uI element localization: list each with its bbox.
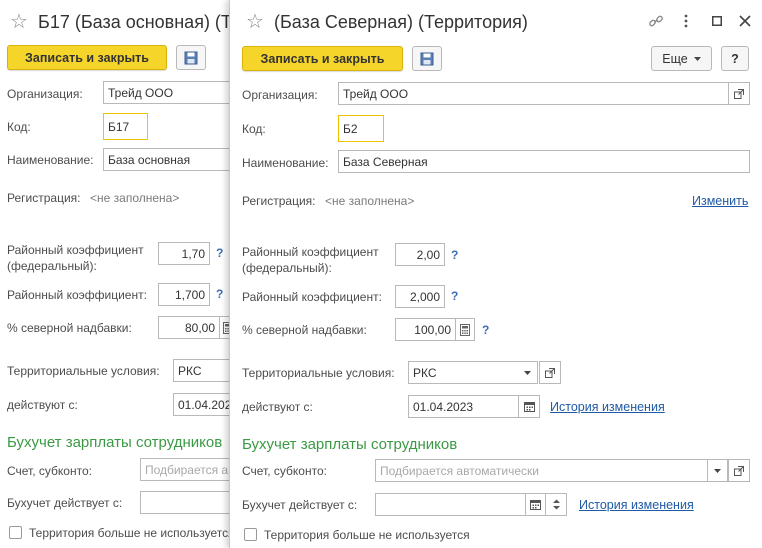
section-title: Бухучет зарплаты сотрудников xyxy=(242,436,458,453)
acc-valid-field[interactable] xyxy=(375,493,525,516)
coef-fed-field[interactable]: 2,00 xyxy=(395,243,445,266)
window-title: Б17 (База основная) (Те xyxy=(38,12,240,32)
coef-fed-label-line2: (федеральный): xyxy=(242,261,332,275)
acc-valid-label: Бухучет действует с: xyxy=(7,496,123,510)
account-label: Счет, субконто: xyxy=(7,464,92,478)
registration-value[interactable]: <не заполнена> xyxy=(325,194,414,208)
name-label: Наименование: xyxy=(242,156,329,170)
valid-from-label: действуют с: xyxy=(7,398,78,412)
north-bonus-field[interactable]: 100,00 xyxy=(395,318,456,341)
help-button[interactable]: ? xyxy=(721,46,749,71)
star-icon[interactable]: ☆ xyxy=(10,12,28,32)
save-and-close-button[interactable]: Записать и закрыть xyxy=(7,45,167,70)
dropdown-arrow-icon xyxy=(693,56,701,61)
save-and-close-button[interactable]: Записать и закрыть xyxy=(242,46,403,71)
help-icon[interactable]: ? xyxy=(216,246,223,260)
coef-label: Районный коэффициент: xyxy=(7,288,147,302)
org-field[interactable]: Трейд ООО xyxy=(338,82,729,105)
org-label: Организация: xyxy=(7,87,83,101)
account-label: Счет, субконто: xyxy=(242,464,327,478)
link-icon[interactable] xyxy=(648,13,664,29)
territory-unused-checkbox[interactable] xyxy=(9,526,22,539)
help-icon[interactable]: ? xyxy=(451,248,458,262)
section-title: Бухучет зарплаты сотрудников xyxy=(7,434,223,451)
territory-unused-label: Территория больше не используется xyxy=(264,528,470,542)
help-icon[interactable]: ? xyxy=(482,323,489,337)
account-field[interactable]: Подбирается автоматически xyxy=(140,458,240,481)
territorial-conditions-label: Территориальные условия: xyxy=(7,364,160,378)
close-icon[interactable] xyxy=(739,15,751,27)
territorial-conditions-label: Территориальные условия: xyxy=(242,366,395,380)
north-bonus-field[interactable]: 80,00 xyxy=(158,316,220,339)
coef-fed-label: Районный коэффициент xyxy=(7,243,144,257)
open-button[interactable] xyxy=(539,361,561,384)
more-vertical-icon[interactable] xyxy=(683,14,689,28)
help-icon[interactable]: ? xyxy=(451,289,458,303)
acc-valid-field[interactable] xyxy=(140,491,240,514)
calendar-icon[interactable] xyxy=(525,493,545,516)
registration-value[interactable]: <не заполнена> xyxy=(90,191,179,205)
save-button[interactable] xyxy=(412,46,442,71)
calculator-icon xyxy=(460,323,470,336)
code-label: Код: xyxy=(7,120,31,134)
org-field[interactable]: Трейд ООО xyxy=(103,81,240,104)
open-button[interactable] xyxy=(728,82,750,105)
maximize-icon[interactable] xyxy=(712,16,722,26)
back-window: ☆ Б17 (База основная) (Те Записать и зак… xyxy=(0,0,240,548)
name-field[interactable]: База основная xyxy=(103,148,240,171)
territory-unused-label: Территория больше не используется xyxy=(29,526,235,540)
coef-label: Районный коэффициент: xyxy=(242,290,382,304)
valid-from-field[interactable]: 01.04.2023 xyxy=(408,395,518,418)
coef-fed-label-line2: (федеральный): xyxy=(7,259,97,273)
coef-fed-field[interactable]: 1,70 xyxy=(158,242,210,265)
name-label: Наименование: xyxy=(7,153,94,167)
acc-history-link[interactable]: История изменения xyxy=(579,498,694,512)
open-icon xyxy=(734,88,744,99)
coef-field[interactable]: 2,000 xyxy=(395,285,445,308)
calendar-icon[interactable] xyxy=(518,395,540,418)
front-window: ☆ (База Северная) (Территория) Записать … xyxy=(229,0,762,548)
name-field[interactable]: База Северная xyxy=(338,150,750,173)
territorial-conditions-field[interactable]: РКС xyxy=(408,361,518,384)
star-icon[interactable]: ☆ xyxy=(246,12,264,32)
dropdown-arrow-icon[interactable] xyxy=(518,361,538,384)
coef-fed-label: Районный коэффициент xyxy=(242,245,379,259)
code-field[interactable]: Б17 xyxy=(103,113,148,140)
dropdown-arrow-icon[interactable] xyxy=(707,459,728,482)
save-button[interactable] xyxy=(176,45,206,70)
save-icon xyxy=(420,52,434,65)
open-button[interactable] xyxy=(728,459,750,482)
territory-unused-checkbox[interactable] xyxy=(244,528,257,541)
code-field[interactable]: Б2 xyxy=(338,115,384,142)
save-icon xyxy=(184,51,198,64)
registration-label: Регистрация: xyxy=(7,191,81,205)
north-bonus-label: % северной надбавки: xyxy=(7,321,132,335)
open-icon xyxy=(734,465,744,476)
valid-from-label: действуют с: xyxy=(242,400,313,414)
acc-valid-label: Бухучет действует с: xyxy=(242,498,358,512)
help-icon[interactable]: ? xyxy=(216,287,223,301)
open-icon xyxy=(545,367,555,378)
history-link[interactable]: История изменения xyxy=(550,400,665,414)
registration-label: Регистрация: xyxy=(242,194,316,208)
more-button[interactable]: Еще xyxy=(651,46,712,71)
account-field[interactable]: Подбирается автоматически xyxy=(375,459,708,482)
spin-icon[interactable] xyxy=(545,493,567,516)
org-label: Организация: xyxy=(242,88,318,102)
change-registration-link[interactable]: Изменить xyxy=(692,194,748,208)
coef-field[interactable]: 1,700 xyxy=(158,283,210,306)
window-title: (База Северная) (Территория) xyxy=(274,12,528,32)
code-label: Код: xyxy=(242,122,266,136)
calculator-button[interactable] xyxy=(455,318,475,341)
more-button-label: Еще xyxy=(662,51,688,66)
north-bonus-label: % северной надбавки: xyxy=(242,323,367,337)
